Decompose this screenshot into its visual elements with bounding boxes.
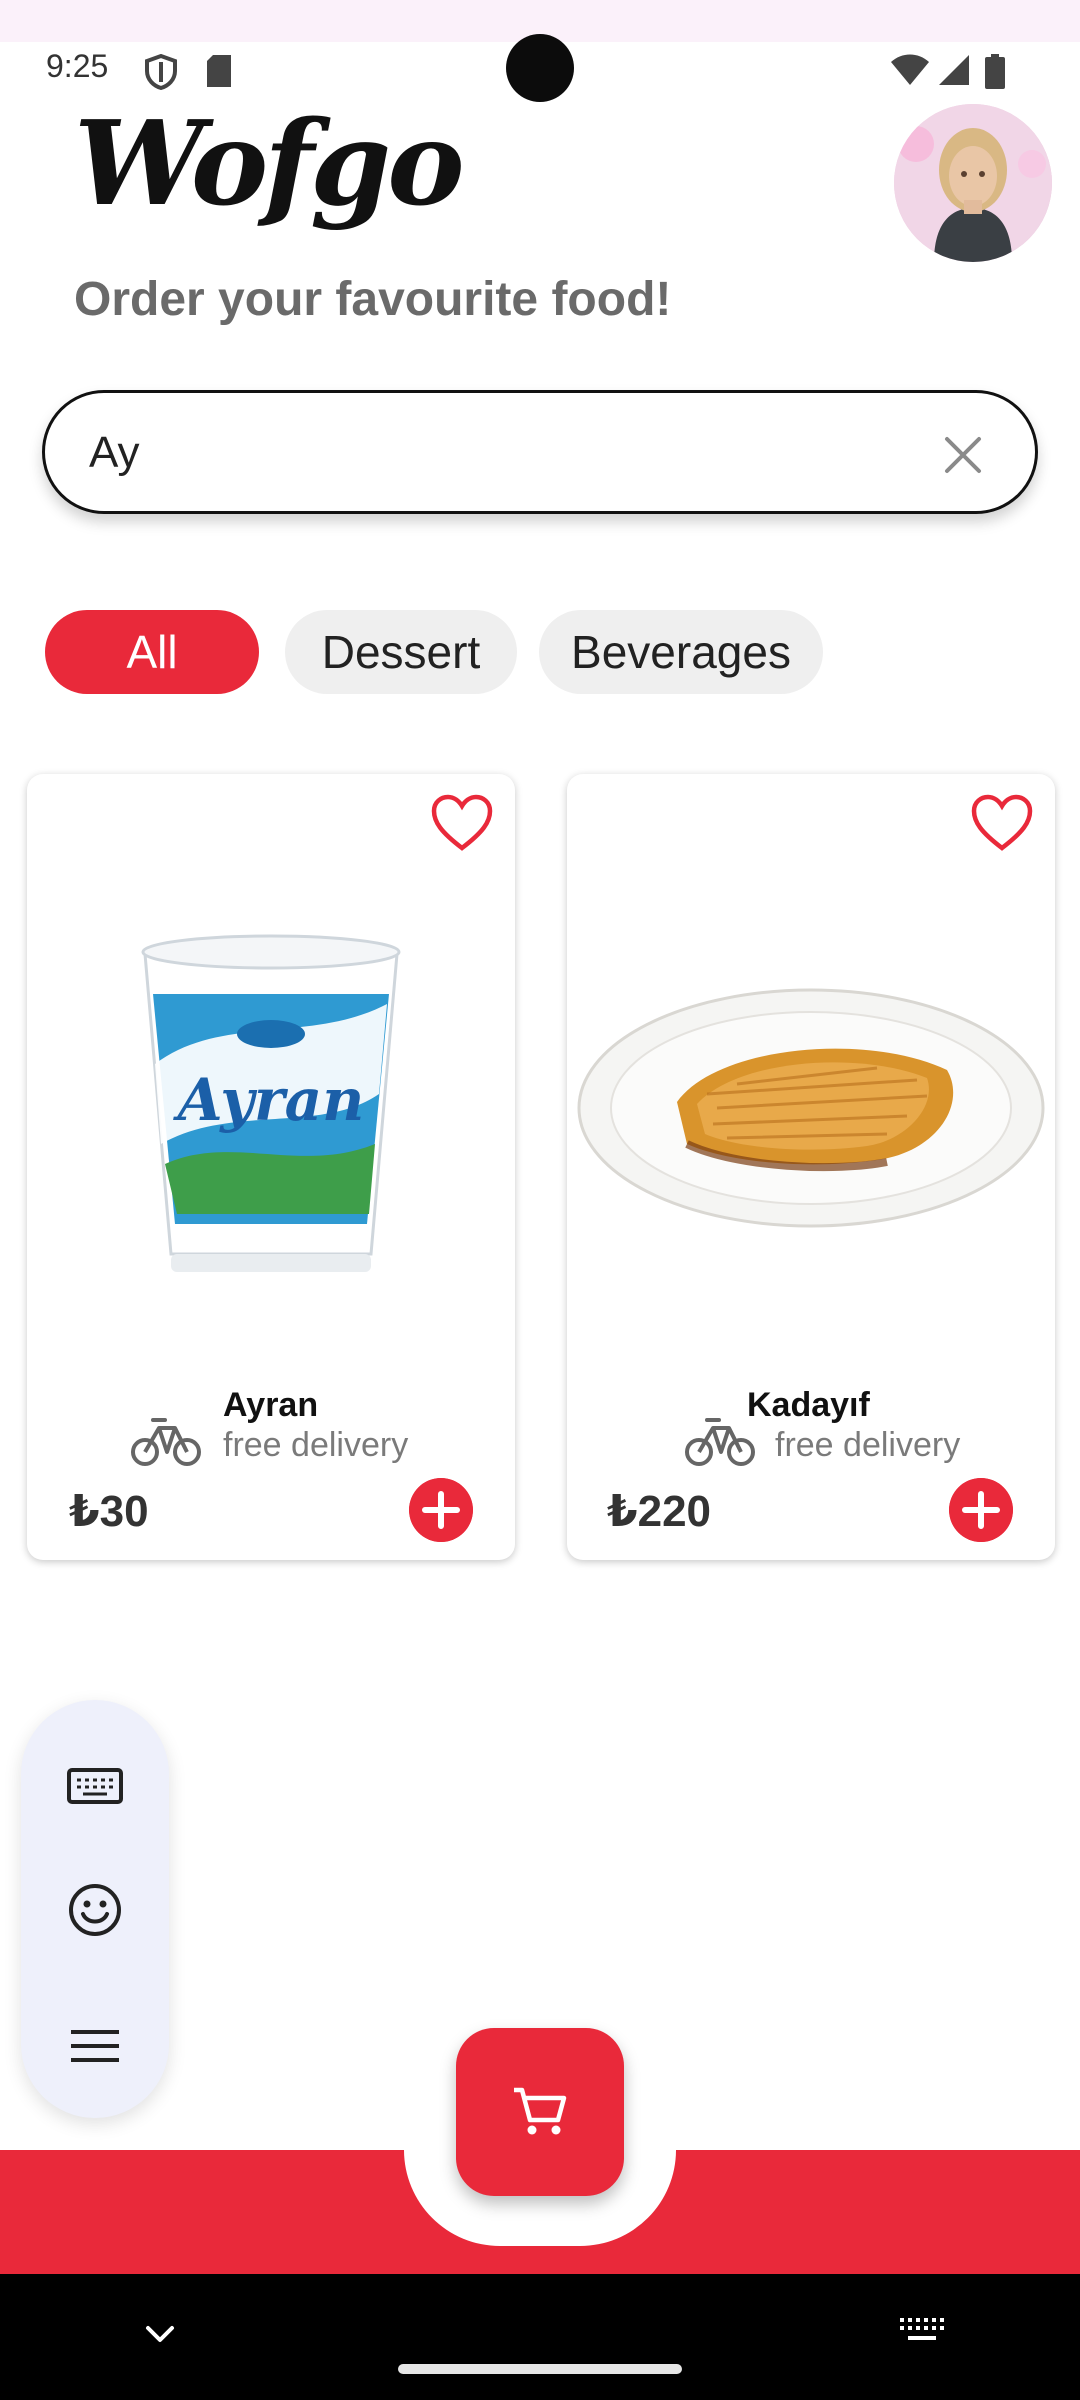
search-input[interactable] (89, 423, 889, 483)
product-card-kadayif[interactable]: Kadayıf free delivery ₺220 (567, 774, 1055, 1560)
cart-button[interactable] (456, 2028, 624, 2196)
menu-icon[interactable] (65, 2016, 125, 2076)
home-handle[interactable] (398, 2364, 682, 2374)
avatar[interactable] (894, 104, 1052, 262)
product-name: Kadayıf (747, 1386, 870, 1424)
tagline: Order your favourite food! (74, 273, 672, 326)
close-icon[interactable] (935, 427, 991, 483)
user-avatar (894, 104, 1052, 262)
keyboard-switch-icon[interactable] (898, 2314, 946, 2350)
battery-icon (985, 54, 1005, 89)
shield-icon (145, 54, 177, 90)
search-bar[interactable] (42, 390, 1038, 514)
delivery-label: free delivery (775, 1426, 961, 1464)
product-card-ayran[interactable]: Ayran Ayran free delivery ₺30 (27, 774, 515, 1560)
chip-dessert[interactable]: Dessert (285, 610, 517, 694)
plus-circle-icon[interactable] (949, 1478, 1013, 1542)
cart-icon (514, 2087, 567, 2135)
brand-logo: Wofgo (74, 96, 465, 232)
heart-outline-icon[interactable] (431, 794, 493, 852)
heart-outline-icon[interactable] (971, 794, 1033, 852)
wifi-icon (891, 54, 929, 85)
chip-all[interactable]: All (45, 610, 259, 694)
status-time: 9:25 (46, 48, 109, 84)
bike-delivery-icon (131, 1418, 201, 1466)
delivery-label: free delivery (223, 1426, 409, 1464)
svg-text:Ayran: Ayran (173, 1066, 365, 1134)
kadayif-plate-image (577, 988, 1045, 1228)
ayran-cup-image: Ayran (141, 934, 401, 1272)
keyboard-icon[interactable] (65, 1756, 125, 1816)
app-screen: 9:25 Wofgo Order your favourite food! Ay… (0, 0, 1080, 2400)
emoji-icon[interactable] (65, 1880, 125, 1940)
sd-card-icon (207, 55, 231, 87)
product-price: ₺30 (69, 1487, 149, 1536)
side-menu (21, 1700, 169, 2118)
bike-delivery-icon (685, 1418, 755, 1466)
product-name: Ayran (223, 1386, 319, 1424)
product-price: ₺220 (607, 1487, 712, 1536)
signal-icon (939, 55, 969, 85)
system-nav-bar (0, 2274, 1080, 2400)
plus-circle-icon[interactable] (409, 1478, 473, 1542)
chevron-down-icon[interactable] (140, 2314, 180, 2354)
camera-cutout (506, 34, 574, 102)
chip-beverages[interactable]: Beverages (539, 610, 823, 694)
